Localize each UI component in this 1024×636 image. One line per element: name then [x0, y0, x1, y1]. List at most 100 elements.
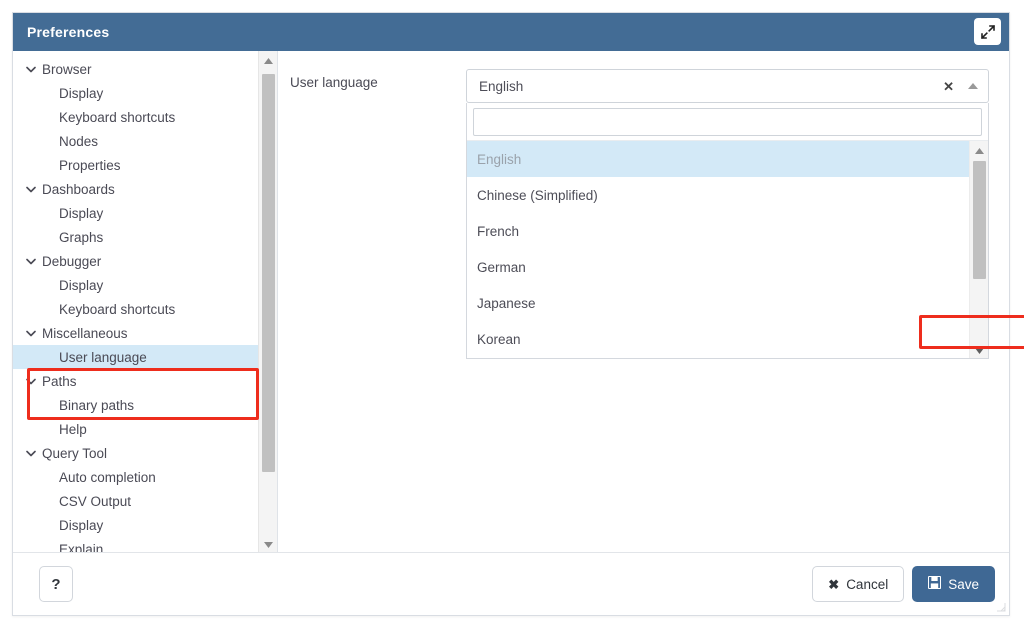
caret-up-icon[interactable] [968, 82, 978, 91]
sidebar-item-query-tool[interactable]: Query Tool [13, 441, 259, 465]
dropdown-scroll-thumb[interactable] [973, 161, 986, 279]
chevron-down-icon[interactable] [23, 378, 39, 385]
sidebar-item-nodes[interactable]: Nodes [13, 129, 259, 153]
close-x-icon: ✖ [828, 576, 840, 592]
user-language-field-row: User language English ✕ English Chinese … [290, 69, 1024, 359]
caret-down-icon [263, 535, 273, 553]
sidebar-scroll-up-button[interactable] [259, 51, 277, 68]
resize-grip-icon[interactable] [997, 603, 1006, 612]
sidebar-item-label: Miscellaneous [42, 325, 128, 341]
sidebar-item-label: Browser [42, 61, 92, 77]
screen-root: Preferences Browser Display Keyboard short… [0, 0, 1024, 636]
sidebar-item-paths[interactable]: Paths [13, 369, 259, 393]
user-language-control: English ✕ English Chinese (Simplified) F… [466, 69, 1024, 359]
sidebar-item-label: Display [59, 85, 104, 101]
save-button[interactable]: Save [912, 566, 995, 602]
dialog-title: Preferences [27, 24, 110, 40]
sidebar-item-label: Display [59, 517, 104, 533]
sidebar-item-label: Keyboard shortcuts [59, 109, 176, 125]
sidebar-item-auto-completion[interactable]: Auto completion [13, 465, 259, 489]
dropdown-scroll-down-button[interactable] [970, 341, 988, 358]
dropdown-option-label: Korean [477, 331, 521, 347]
preferences-sidebar: Browser Display Keyboard shortcuts Nodes Pro… [13, 51, 278, 552]
sidebar-item-label: Graphs [59, 229, 104, 245]
sidebar-scrollbar[interactable] [258, 51, 277, 552]
dropdown-scrollbar[interactable] [969, 141, 988, 358]
sidebar-item-label: Nodes [59, 133, 99, 149]
sidebar-item-user-language[interactable]: User language [13, 345, 259, 369]
sidebar-item-label: Debugger [42, 253, 102, 269]
sidebar-item-display[interactable]: Display [13, 81, 259, 105]
sidebar-item-dashboards[interactable]: Dashboards [13, 177, 259, 201]
user-language-select[interactable]: English ✕ [466, 69, 989, 103]
preferences-content: User language English ✕ English Chinese … [278, 51, 1024, 552]
dropdown-search-wrap [467, 103, 988, 140]
chevron-down-icon[interactable] [23, 186, 39, 193]
sidebar-item-label: Display [59, 205, 104, 221]
dropdown-search-input[interactable] [473, 108, 982, 136]
dropdown-option-korean[interactable]: Korean [467, 321, 970, 357]
close-x-icon[interactable]: ✕ [943, 80, 954, 93]
sidebar-item-label: Binary paths [59, 397, 135, 413]
sidebar-item-keyboard-shortcuts[interactable]: Keyboard shortcuts [13, 297, 259, 321]
sidebar-item-help[interactable]: Help [13, 417, 259, 441]
chevron-down-icon[interactable] [23, 330, 39, 337]
chevron-down-icon[interactable] [23, 258, 39, 265]
sidebar-scroll-thumb[interactable] [262, 74, 275, 472]
sidebar-item-csv-output[interactable]: CSV Output [13, 489, 259, 513]
sidebar-item-label: Properties [59, 157, 121, 173]
caret-up-icon [263, 51, 273, 69]
sidebar-item-label: Display [59, 277, 104, 293]
expand-dialog-button[interactable] [974, 18, 1001, 45]
user-language-selected-value: English [479, 78, 524, 94]
sidebar-item-label: Explain [59, 541, 104, 553]
dropdown-option-label: German [477, 259, 526, 275]
dropdown-option-french[interactable]: French [467, 213, 970, 249]
user-language-dropdown: English Chinese (Simplified) French German J… [466, 103, 1024, 359]
dropdown-option-list: English Chinese (Simplified) French German J… [467, 141, 970, 358]
preferences-dialog: Preferences Browser Display Keyboard short… [12, 12, 1024, 616]
dropdown-list-wrap: English Chinese (Simplified) French German J… [467, 140, 1024, 358]
dialog-footer: ? ✖ Cancel Save [13, 553, 1009, 615]
sidebar-item-label: User language [59, 349, 147, 365]
sidebar-item-display[interactable]: Display [13, 513, 259, 537]
sidebar-item-label: Help [59, 421, 87, 437]
dropdown-option-label: English [477, 151, 522, 167]
chevron-down-icon[interactable] [23, 450, 39, 457]
cancel-button-label: Cancel [846, 576, 889, 592]
sidebar-item-browser[interactable]: Browser [13, 57, 259, 81]
help-button[interactable]: ? [39, 566, 73, 602]
dropdown-option-label: Japanese [477, 295, 536, 311]
sidebar-item-keyboard-shortcuts[interactable]: Keyboard shortcuts [13, 105, 259, 129]
dropdown-option-chinese-simplified-[interactable]: Chinese (Simplified) [467, 177, 970, 213]
dropdown-option-english[interactable]: English [467, 141, 970, 177]
dialog-titlebar: Preferences [13, 13, 1009, 51]
sidebar-scroll-down-button[interactable] [259, 535, 277, 552]
sidebar-item-label: Keyboard shortcuts [59, 301, 176, 317]
save-button-label: Save [948, 576, 979, 592]
sidebar-item-display[interactable]: Display [13, 273, 259, 297]
caret-up-icon [974, 141, 984, 159]
sidebar-item-miscellaneous[interactable]: Miscellaneous [13, 321, 259, 345]
chevron-down-icon[interactable] [23, 66, 39, 73]
caret-down-icon [974, 341, 984, 359]
footer-actions: ✖ Cancel Save [812, 566, 995, 602]
cancel-button[interactable]: ✖ Cancel [812, 566, 905, 602]
sidebar-item-label: Dashboards [42, 181, 115, 197]
dropdown-option-german[interactable]: German [467, 249, 970, 285]
dropdown-option-japanese[interactable]: Japanese [467, 285, 970, 321]
sidebar-item-debugger[interactable]: Debugger [13, 249, 259, 273]
expand-diagonal-icon [980, 24, 995, 39]
dropdown-scroll-up-button[interactable] [970, 141, 988, 158]
floppy-disk-icon [928, 576, 942, 592]
sidebar-item-label: Paths [42, 373, 77, 389]
sidebar-item-binary-paths[interactable]: Binary paths [13, 393, 259, 417]
sidebar-item-label: CSV Output [59, 493, 132, 509]
dropdown-option-label: Chinese (Simplified) [477, 187, 598, 203]
sidebar-item-display[interactable]: Display [13, 201, 259, 225]
sidebar-item-properties[interactable]: Properties [13, 153, 259, 177]
sidebar-item-graphs[interactable]: Graphs [13, 225, 259, 249]
dialog-body: Browser Display Keyboard shortcuts Nodes Pro… [13, 51, 1024, 553]
sidebar-item-explain[interactable]: Explain [13, 537, 259, 553]
user-language-label: User language [290, 75, 378, 90]
